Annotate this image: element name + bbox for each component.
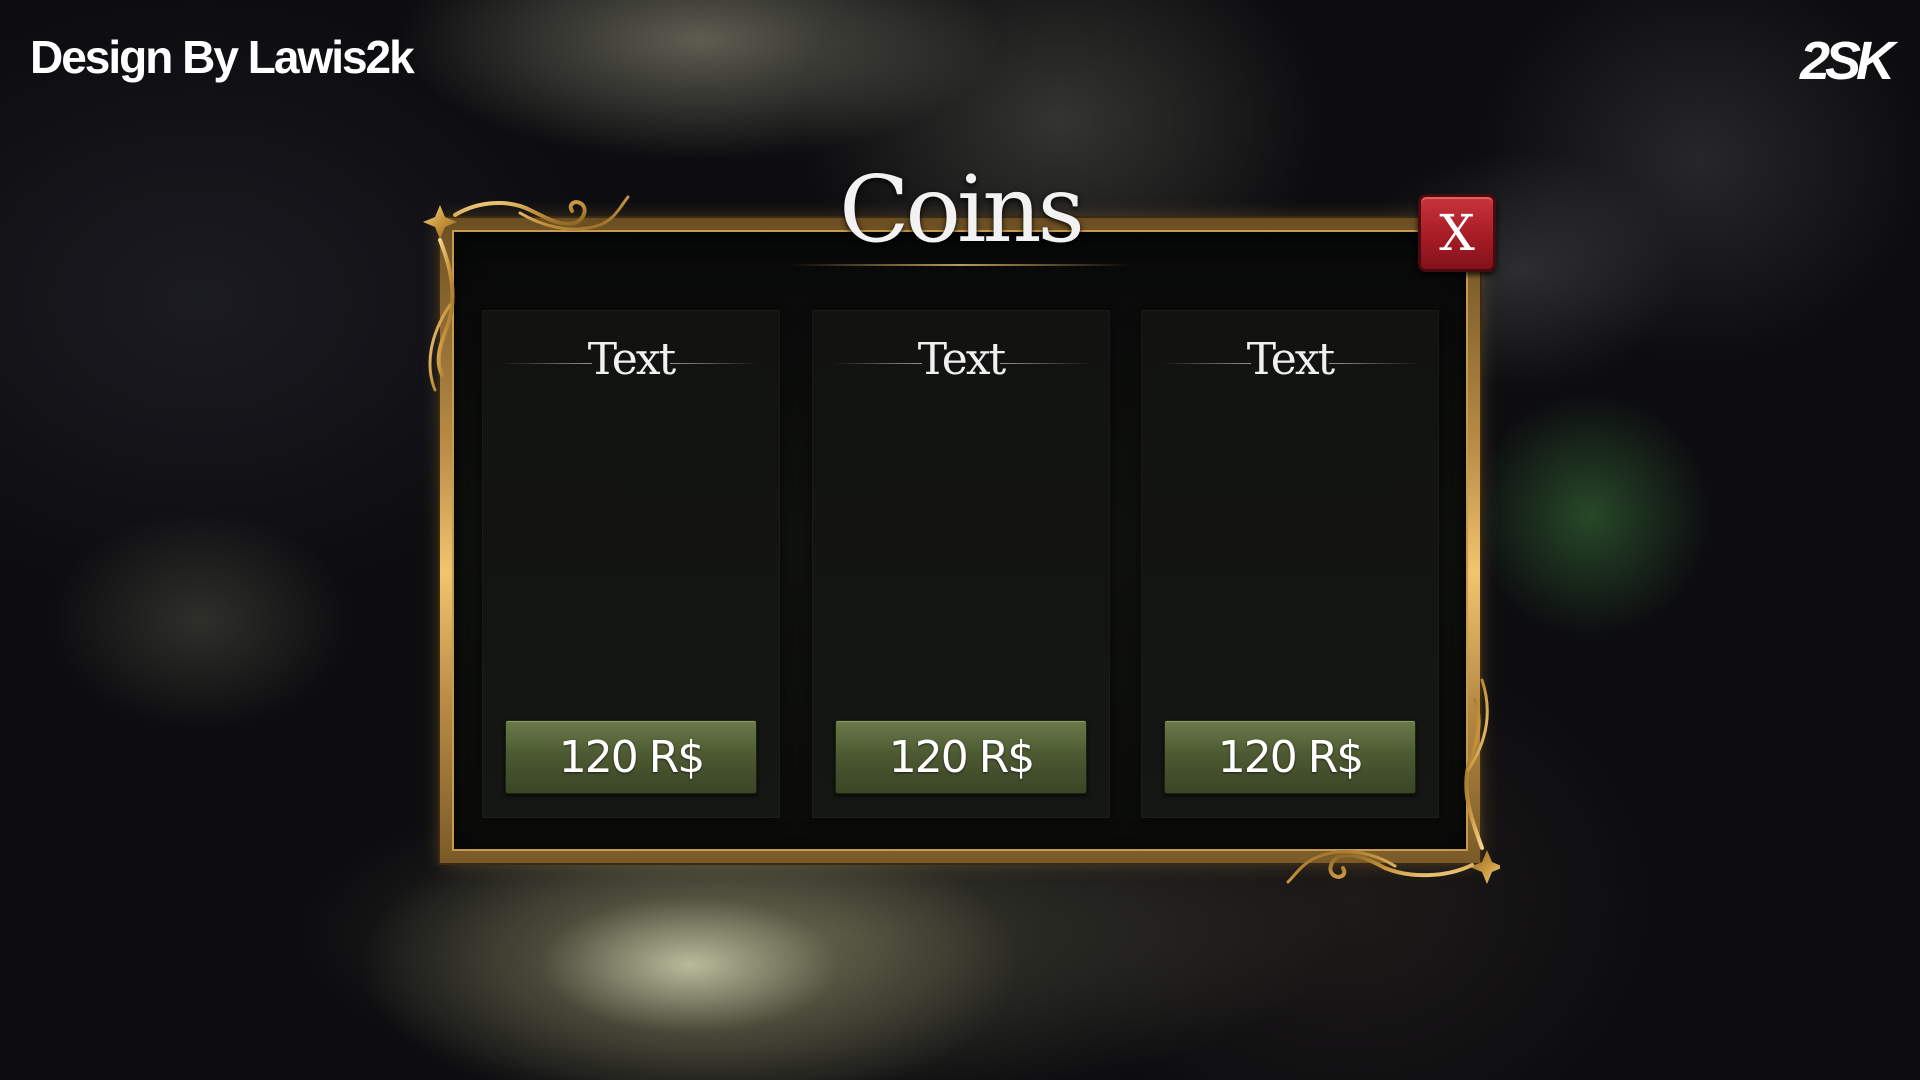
- price-label: 120 R$: [1217, 731, 1365, 783]
- brand-logo: 2SK: [1799, 31, 1895, 91]
- card-title: Text: [1246, 334, 1335, 385]
- coin-pack-card: Text 120 R$: [482, 310, 780, 818]
- price-label: 120 R$: [888, 731, 1036, 783]
- designer-credit: Design By Lawis2k: [30, 31, 415, 83]
- dialog-title: Coins: [839, 156, 1085, 263]
- buy-button[interactable]: 120 R$: [1164, 720, 1416, 794]
- game-screen: Design By Lawis2k 2SK Coins X Text 120 R…: [0, 0, 1920, 1080]
- coin-pack-card: Text 120 R$: [812, 310, 1110, 818]
- close-button[interactable]: X: [1418, 194, 1496, 272]
- dialog-title-area: Coins: [780, 150, 1140, 270]
- coin-pack-card: Text 120 R$: [1141, 310, 1439, 818]
- close-icon: X: [1439, 204, 1475, 262]
- title-divider: [790, 264, 1130, 266]
- card-title: Text: [917, 334, 1006, 385]
- card-title: Text: [587, 334, 676, 385]
- buy-button[interactable]: 120 R$: [505, 720, 757, 794]
- buy-button[interactable]: 120 R$: [835, 720, 1087, 794]
- price-label: 120 R$: [558, 731, 706, 783]
